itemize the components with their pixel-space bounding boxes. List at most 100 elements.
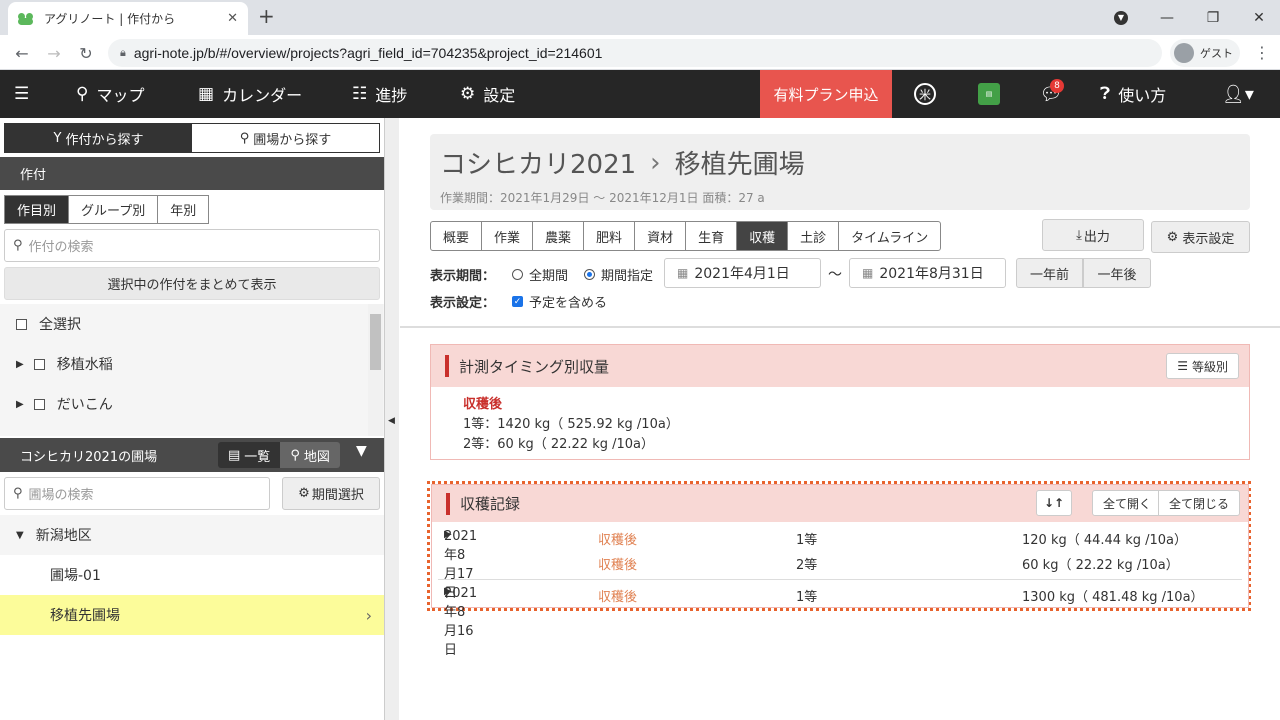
rice-icon[interactable]: 米 bbox=[910, 70, 940, 118]
field-search-input[interactable]: ⚲ 圃場の検索 bbox=[4, 477, 270, 510]
year-prev-button[interactable]: 一年前 bbox=[1016, 258, 1083, 288]
restore-icon[interactable]: ❐ bbox=[1190, 0, 1236, 35]
field-item[interactable]: 圃場-01 bbox=[0, 555, 384, 595]
guest-profile-button[interactable]: ゲスト bbox=[1170, 39, 1240, 67]
tab-fertilizer[interactable]: 肥料 bbox=[584, 222, 636, 250]
reload-icon[interactable]: ↻ bbox=[74, 41, 98, 65]
collapse-icon[interactable]: ▼ bbox=[16, 530, 24, 541]
crop-checkbox[interactable] bbox=[33, 358, 45, 370]
paid-plan-button[interactable]: 有料プラン申込 bbox=[760, 70, 892, 118]
seg-field[interactable]: ⚲ 圃場から探す bbox=[192, 124, 379, 152]
region-row[interactable]: ▼ 新潟地区 bbox=[0, 515, 384, 555]
notification-icon[interactable]: 💬︎ 8 bbox=[1036, 70, 1066, 118]
nav-help[interactable]: ❓︎ 使い方 bbox=[1100, 70, 1166, 118]
expand-icon[interactable]: ▶ bbox=[16, 399, 24, 410]
date-from-value: 2021年4月1日 bbox=[694, 266, 790, 282]
select-all-checkbox[interactable] bbox=[16, 318, 27, 330]
export-button[interactable]: ⤓ 出力 bbox=[1042, 219, 1144, 251]
field-item-selected[interactable]: 移植先圃場 › bbox=[0, 595, 384, 635]
tab-overview[interactable]: 概要 bbox=[431, 222, 483, 250]
nav-map[interactable]: ⚲ マップ bbox=[76, 70, 144, 118]
download-icon[interactable]: ▼ bbox=[1098, 0, 1144, 35]
forward-icon[interactable]: → bbox=[42, 41, 66, 65]
tab-soil[interactable]: 土診 bbox=[788, 222, 840, 250]
view-list-button[interactable]: ▤ 一覧 bbox=[218, 442, 281, 468]
menu-icon[interactable]: ⋮ bbox=[1254, 43, 1270, 62]
chevron-right-icon: › bbox=[365, 605, 372, 625]
window-close-icon[interactable]: ✕ bbox=[1236, 0, 1280, 35]
guest-label: ゲスト bbox=[1200, 47, 1233, 60]
records-panel-title: 収穫記録 bbox=[460, 495, 521, 513]
crop-checkbox[interactable] bbox=[33, 398, 45, 410]
page-header: コシヒカリ2021 › 移植先圃場 作業期間：2021年1月29日 〜 2021… bbox=[430, 134, 1250, 210]
diary-book-icon[interactable]: ▤ bbox=[974, 70, 1004, 118]
collapse-all-button[interactable]: 全て閉じる bbox=[1157, 490, 1240, 516]
gear-icon: ⚙ bbox=[298, 486, 310, 501]
list-item[interactable]: ▶ だいこん bbox=[0, 384, 368, 424]
app-nav: ☰ ⚲ マップ ▦ カレンダー ☷ 進捗 ⚙ 設定 有料プラン申込 米 ▤ 💬︎ 8 ❓… bbox=[0, 70, 1280, 118]
crop-search-input[interactable]: ⚲ 作付の検索 bbox=[4, 229, 380, 262]
url-field[interactable]: 🔒︎ agri-note.jp/b/#/overview/projects?ag… bbox=[108, 39, 1162, 67]
page-title-field: 移植先圃場 bbox=[674, 150, 805, 180]
menu-toggle-icon[interactable]: ☰ bbox=[14, 70, 37, 118]
include-plan-checkbox[interactable]: ✓ 予定を含める bbox=[512, 292, 607, 311]
tab-by-group[interactable]: グループ別 bbox=[69, 196, 159, 223]
timing-line: 2等：60 kg（ 22.22 kg /10a） bbox=[463, 437, 655, 452]
expand-all-button[interactable]: 全て開く bbox=[1091, 490, 1162, 516]
radio-period-specify-control[interactable] bbox=[584, 269, 595, 280]
record-grade: 1等 bbox=[796, 533, 818, 548]
sort-button[interactable]: ↓↑ bbox=[1036, 490, 1072, 516]
tab-materials[interactable]: 資材 bbox=[635, 222, 687, 250]
display-settings-label: 表示設定 bbox=[1182, 231, 1235, 247]
main-content: コシヒカリ2021 › 移植先圃場 作業期間：2021年1月29日 〜 2021… bbox=[400, 118, 1280, 720]
nav-settings[interactable]: ⚙ 設定 bbox=[460, 70, 515, 118]
show-selected-button[interactable]: 選択中の作付をまとめて表示 bbox=[4, 267, 380, 300]
radio-all-period-control[interactable] bbox=[512, 269, 523, 280]
radio-all-period[interactable]: 全期間 bbox=[512, 265, 568, 284]
crop-label: 移植水稲 bbox=[56, 357, 113, 373]
page-subtitle: 作業期間：2021年1月29日 〜 2021年12月1日 面積：27 a bbox=[440, 191, 765, 205]
field-label: 圃場-01 bbox=[50, 568, 101, 584]
select-all-row[interactable]: 全選択 bbox=[0, 304, 368, 344]
tab-pesticide[interactable]: 農薬 bbox=[533, 222, 585, 250]
grade-button[interactable]: ☰ 等級別 bbox=[1166, 353, 1239, 379]
record-amount: 1300 kg（ 481.48 kg /10a） bbox=[1022, 590, 1204, 605]
minimize-icon[interactable]: — bbox=[1144, 0, 1190, 35]
list-item[interactable]: ▶ 移植水稲 bbox=[0, 344, 368, 384]
close-icon[interactable]: ✕ bbox=[227, 11, 238, 26]
timing-line: 1等：1420 kg（ 525.92 kg /10a） bbox=[463, 417, 679, 432]
scrollbar-thumb[interactable] bbox=[370, 314, 381, 370]
date-to-input[interactable]: ▦ 2021年8月31日 bbox=[849, 258, 1006, 288]
radio-period-specify[interactable]: 期間指定 bbox=[584, 265, 653, 284]
nav-help-label: 使い方 bbox=[1118, 86, 1167, 105]
year-next-button[interactable]: 一年後 bbox=[1083, 258, 1151, 288]
nav-calendar[interactable]: ▦ カレンダー bbox=[198, 70, 302, 118]
expand-icon[interactable]: ▶ bbox=[16, 359, 24, 370]
period-select-button[interactable]: ⚙ 期間選択 bbox=[282, 477, 380, 510]
user-menu-icon[interactable]: 👤︎▾ bbox=[1218, 70, 1258, 118]
tab-harvest[interactable]: 収穫 bbox=[737, 222, 789, 250]
view-map-button[interactable]: ⚲ 地図 bbox=[280, 442, 340, 468]
tab-by-item[interactable]: 作目別 bbox=[5, 196, 70, 223]
divider bbox=[400, 326, 1280, 328]
nav-progress[interactable]: ☷ 進捗 bbox=[352, 70, 407, 118]
nav-calendar-label: カレンダー bbox=[222, 86, 303, 105]
browser-tab[interactable]: アグリノート | 作付から ✕ bbox=[8, 2, 248, 35]
tab-timeline[interactable]: タイムライン bbox=[839, 222, 940, 250]
tab-by-year[interactable]: 年別 bbox=[158, 196, 208, 223]
tab-work[interactable]: 作業 bbox=[482, 222, 534, 250]
back-icon[interactable]: ← bbox=[10, 41, 34, 65]
checkbox-checked-icon[interactable]: ✓ bbox=[512, 296, 523, 307]
date-from-input[interactable]: ▦ 2021年4月1日 bbox=[664, 258, 821, 288]
new-tab-icon[interactable]: + bbox=[258, 4, 275, 28]
date-range-separator: 〜 bbox=[828, 267, 842, 283]
nav-progress-label: 進捗 bbox=[375, 86, 408, 105]
display-settings-button[interactable]: ⚙ 表示設定 bbox=[1151, 221, 1250, 253]
scrollbar[interactable] bbox=[368, 304, 383, 436]
sidebar-collapse-handle[interactable]: ◀ bbox=[385, 118, 399, 720]
tab-growth[interactable]: 生育 bbox=[686, 222, 738, 250]
seg-crop[interactable]: Y 作付から探す bbox=[5, 124, 192, 152]
sort-icon: ↓↑ bbox=[1043, 496, 1065, 510]
chevron-down-icon[interactable]: ▼ bbox=[356, 443, 367, 459]
accent-bar bbox=[446, 492, 450, 515]
